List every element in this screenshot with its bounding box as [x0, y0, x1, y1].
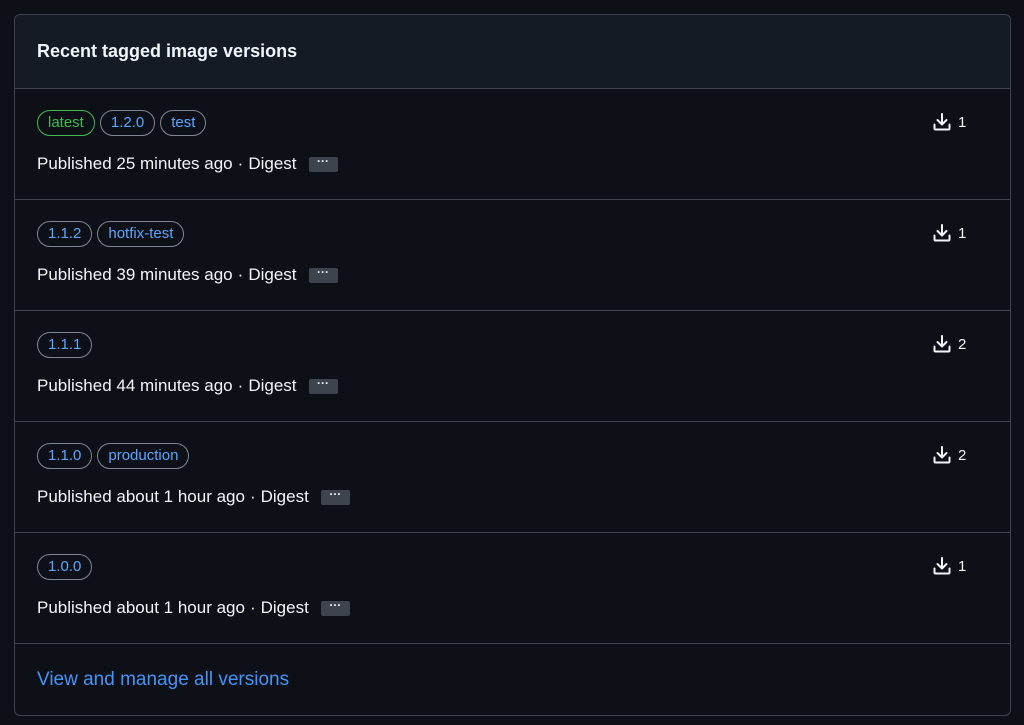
download-count: 1: [932, 223, 966, 243]
published-time: Published about 1 hour ago: [37, 598, 245, 617]
version-row: 1.1.1 Published 44 minutes ago · Digest …: [15, 311, 1010, 422]
published-time: Published 44 minutes ago: [37, 376, 233, 395]
meta-separator: ·: [237, 154, 244, 173]
tag-list: 1.1.0 production: [37, 443, 190, 469]
view-all-versions-link[interactable]: View and manage all versions: [37, 669, 289, 691]
download-count-value: 2: [958, 446, 967, 464]
digest-expand-button[interactable]: ···: [320, 599, 350, 616]
download-icon: [933, 224, 951, 242]
version-meta: Published about 1 hour ago · Digest ···: [37, 487, 350, 507]
version-tag[interactable]: 1.0.0: [37, 554, 93, 580]
panel-footer: View and manage all versions: [15, 644, 1010, 715]
meta-separator: ·: [249, 487, 256, 506]
published-time: Published 25 minutes ago: [37, 154, 233, 173]
digest-expand-button[interactable]: ···: [308, 155, 338, 172]
tag-list: 1.0.0: [37, 554, 93, 580]
version-tag[interactable]: latest: [37, 110, 95, 136]
tag-list: latest 1.2.0 test: [37, 110, 207, 136]
panel-title: Recent tagged image versions: [37, 41, 298, 61]
version-tag[interactable]: 1.2.0: [99, 110, 156, 136]
digest-label: Digest: [260, 598, 309, 617]
version-tag[interactable]: 1.1.2: [37, 221, 93, 247]
download-count: 1: [932, 556, 966, 576]
version-tag[interactable]: 1.1.0: [37, 443, 93, 469]
download-count-value: 1: [958, 113, 967, 131]
version-meta: Published 44 minutes ago · Digest ···: [37, 376, 338, 396]
version-tag[interactable]: production: [97, 443, 190, 469]
version-list: latest 1.2.0 test Published 25 minutes ago…: [15, 89, 1010, 644]
version-tag[interactable]: 1.1.1: [37, 332, 93, 358]
download-count-value: 1: [958, 557, 967, 575]
download-count-value: 2: [958, 335, 967, 353]
download-icon: [933, 113, 951, 131]
version-row: 1.0.0 Published about 1 hour ago · Diges…: [15, 533, 1010, 644]
version-row: 1.1.2 hotfix-test Published 39 minutes ag…: [15, 200, 1010, 311]
download-icon: [933, 335, 951, 353]
published-time: Published about 1 hour ago: [37, 487, 245, 506]
meta-separator: ·: [237, 265, 244, 284]
version-row: latest 1.2.0 test Published 25 minutes ago…: [15, 89, 1010, 200]
version-tag[interactable]: test: [160, 110, 207, 136]
version-tag[interactable]: hotfix-test: [97, 221, 185, 247]
digest-label: Digest: [248, 265, 297, 284]
panel-header: Recent tagged image versions: [15, 15, 1010, 89]
digest-expand-button[interactable]: ···: [308, 266, 338, 283]
digest-label: Digest: [260, 487, 309, 506]
version-meta: Published 25 minutes ago · Digest ···: [37, 154, 338, 174]
download-count: 2: [932, 334, 966, 354]
versions-panel: Recent tagged image versions latest 1.2.0…: [14, 14, 1011, 716]
version-meta: Published about 1 hour ago · Digest ···: [37, 598, 350, 618]
digest-expand-button[interactable]: ···: [320, 488, 350, 505]
digest-label: Digest: [248, 154, 297, 173]
download-count: 2: [932, 445, 966, 465]
download-count: 1: [932, 112, 966, 132]
version-row: 1.1.0 production Published about 1 hour a…: [15, 422, 1010, 533]
download-icon: [933, 446, 951, 464]
meta-separator: ·: [237, 376, 244, 395]
tag-list: 1.1.2 hotfix-test: [37, 221, 185, 247]
download-count-value: 1: [958, 224, 967, 242]
published-time: Published 39 minutes ago: [37, 265, 233, 284]
tag-list: 1.1.1: [37, 332, 93, 358]
digest-label: Digest: [248, 376, 297, 395]
digest-expand-button[interactable]: ···: [308, 377, 338, 394]
meta-separator: ·: [249, 598, 256, 617]
download-icon: [933, 557, 951, 575]
version-meta: Published 39 minutes ago · Digest ···: [37, 265, 338, 285]
